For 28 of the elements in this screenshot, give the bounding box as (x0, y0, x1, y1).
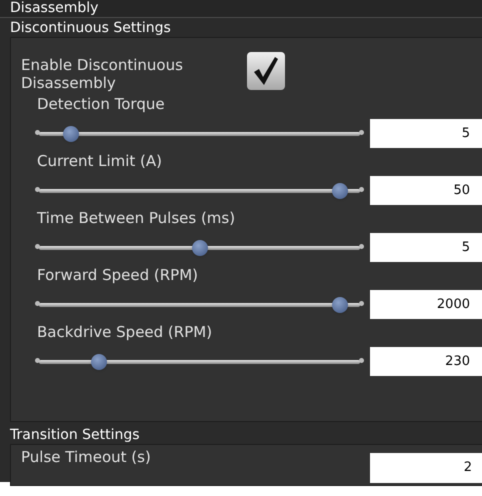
value-field[interactable]: 50 (370, 176, 482, 205)
slider[interactable] (35, 238, 364, 256)
group-title: Transition Settings (10, 426, 141, 444)
slider-label: Forward Speed (RPM) (37, 265, 199, 286)
slider-thumb[interactable] (63, 126, 80, 142)
slider[interactable] (35, 296, 364, 314)
slider-label: Detection Torque (37, 94, 166, 115)
field-label: Pulse Timeout (s) (21, 447, 151, 468)
slider-label: Current Limit (A) (37, 151, 164, 172)
checkbox-label: Enable Discontinuous Disassembly (21, 56, 184, 92)
value-field[interactable]: 5 (370, 233, 482, 262)
section-title: Disassembly (10, 0, 98, 17)
slider-thumb[interactable] (332, 182, 348, 198)
value-field[interactable]: 5 (370, 119, 482, 148)
slider-thumb[interactable] (90, 354, 107, 370)
check-icon (251, 56, 281, 86)
slider[interactable] (35, 352, 364, 370)
slider-label: Backdrive Speed (RPM) (37, 322, 214, 343)
checkbox[interactable] (247, 52, 285, 90)
value-field[interactable]: 2 (370, 453, 482, 483)
slider[interactable] (35, 124, 364, 142)
slider-thumb[interactable] (192, 240, 208, 256)
value-field[interactable]: 230 (370, 347, 482, 376)
slider[interactable] (35, 182, 364, 200)
group-title: Discontinuous Settings (10, 19, 172, 37)
value-field[interactable]: 2000 (370, 290, 482, 319)
slider-label: Time Between Pulses (ms) (37, 208, 236, 229)
slider-thumb[interactable] (332, 296, 348, 312)
